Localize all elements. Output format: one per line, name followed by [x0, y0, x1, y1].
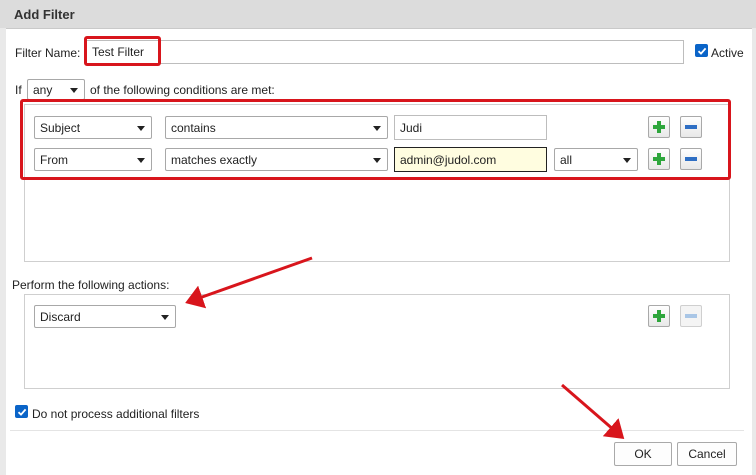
arrow-to-ok-button	[561, 383, 625, 439]
annotation-arrows	[185, 256, 625, 439]
arrow-to-action-select	[185, 256, 313, 309]
